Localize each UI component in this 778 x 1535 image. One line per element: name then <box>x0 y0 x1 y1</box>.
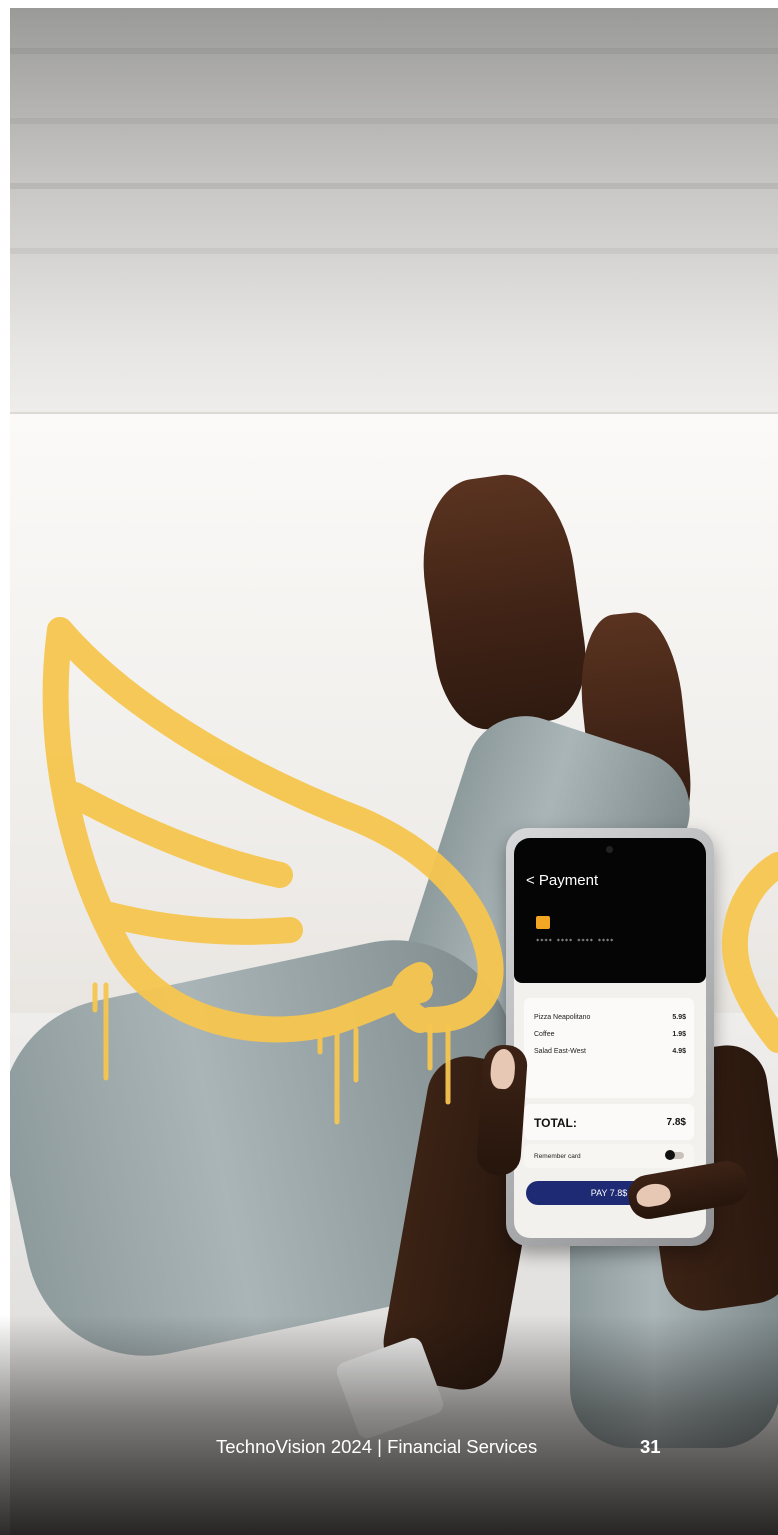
payment-title[interactable]: < Payment <box>526 872 598 889</box>
thumbnail <box>634 1181 673 1209</box>
background-photo <box>10 8 778 1535</box>
remember-card-label: Remember card <box>534 1153 581 1160</box>
card-panel: < Payment **** **** **** **** <box>514 838 706 983</box>
document-page: < Payment **** **** **** **** Pizza Neap… <box>0 0 778 1535</box>
item-price: 1.9$ <box>672 1031 686 1038</box>
footer-shadow <box>0 1315 778 1535</box>
total-label: TOTAL: <box>534 1116 577 1130</box>
item-name: Coffee <box>534 1031 555 1038</box>
list-item: Coffee 1.9$ <box>534 1031 686 1038</box>
footer-title: TechnoVision 2024 | Financial Services <box>216 1436 538 1457</box>
card-number: **** **** **** **** <box>536 938 615 945</box>
item-name: Pizza Neapolitano <box>534 1014 591 1021</box>
toggle-knob <box>665 1150 675 1160</box>
item-name: Salad East-West <box>534 1048 587 1055</box>
card-chip-icon <box>536 916 550 929</box>
wall-texture <box>10 248 778 254</box>
camera-icon <box>606 846 613 853</box>
wall-texture <box>10 48 778 54</box>
total-row: TOTAL: 7.8$ <box>524 1104 694 1140</box>
list-item: Pizza Neapolitano 5.9$ <box>534 1014 686 1021</box>
remember-card-row: Remember card <box>524 1144 694 1168</box>
thumbnail <box>489 1048 517 1090</box>
total-value: 7.8$ <box>666 1117 686 1128</box>
wall-texture <box>10 183 778 189</box>
item-price: 4.9$ <box>672 1048 686 1055</box>
order-items: Pizza Neapolitano 5.9$ Coffee 1.9$ Salad… <box>524 998 694 1098</box>
page-number: 31 <box>640 1436 661 1457</box>
list-item: Salad East-West 4.9$ <box>534 1048 686 1055</box>
item-price: 5.9$ <box>672 1014 686 1021</box>
sofa-edge <box>10 412 778 414</box>
thumb-left <box>475 1043 529 1177</box>
remember-card-toggle[interactable] <box>665 1150 684 1160</box>
wall-texture <box>10 118 778 124</box>
